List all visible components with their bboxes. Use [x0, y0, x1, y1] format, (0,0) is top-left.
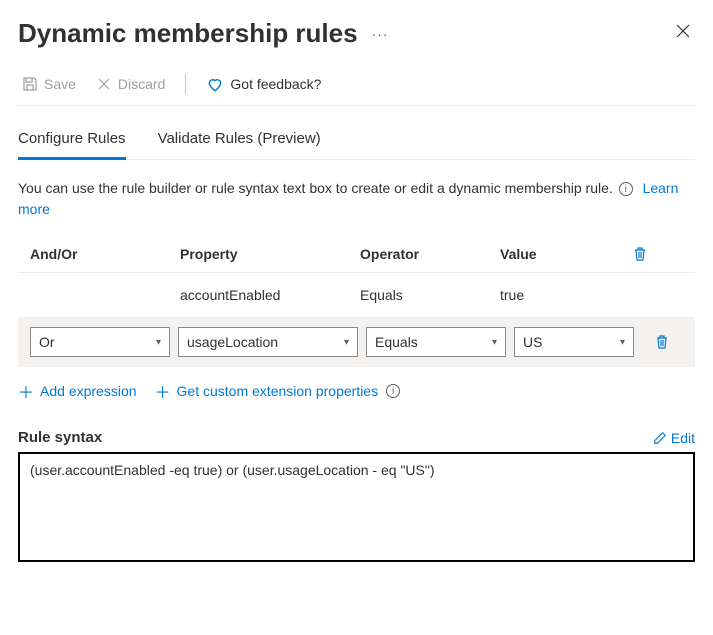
- edit-label: Edit: [671, 430, 695, 446]
- edit-syntax-button[interactable]: Edit: [653, 430, 695, 446]
- value-select[interactable]: US ▾: [514, 327, 634, 357]
- title-wrap: Dynamic membership rules ···: [18, 18, 389, 49]
- chevron-down-icon: ▾: [492, 337, 497, 348]
- page-title: Dynamic membership rules: [18, 18, 358, 49]
- save-label: Save: [44, 76, 76, 92]
- discard-button[interactable]: Discard: [92, 74, 169, 94]
- value-select-value: US: [523, 334, 542, 350]
- info-icon[interactable]: i: [619, 182, 633, 196]
- add-expression-label: Add expression: [40, 383, 137, 399]
- plus-icon: ＋: [155, 379, 171, 403]
- delete-column-icon: [620, 246, 660, 262]
- tab-validate-rules[interactable]: Validate Rules (Preview): [158, 120, 321, 159]
- discard-label: Discard: [118, 76, 165, 92]
- get-custom-extension-button[interactable]: ＋ Get custom extension properties i: [155, 379, 403, 403]
- chevron-down-icon: ▾: [344, 337, 349, 348]
- feedback-label: Got feedback?: [230, 76, 321, 92]
- operator-select[interactable]: Equals ▾: [366, 327, 506, 357]
- chevron-down-icon: ▾: [620, 337, 625, 348]
- tab-configure-rules[interactable]: Configure Rules: [18, 120, 126, 160]
- andor-select[interactable]: Or ▾: [30, 327, 170, 357]
- save-button[interactable]: Save: [18, 74, 80, 94]
- more-actions-ellipsis[interactable]: ···: [372, 26, 389, 42]
- rule-syntax-textbox[interactable]: (user.accountEnabled -eq true) or (user.…: [18, 452, 695, 562]
- col-property: Property: [180, 246, 360, 262]
- save-icon: [22, 76, 38, 92]
- cell-operator: Equals: [360, 287, 500, 303]
- discard-icon: [96, 76, 112, 92]
- rule-builder-table: And/Or Property Operator Value accountEn…: [18, 236, 695, 367]
- cell-value: true: [500, 287, 620, 303]
- toolbar-divider: [185, 74, 186, 94]
- close-icon[interactable]: [671, 19, 695, 48]
- table-row: Or ▾ usageLocation ▾ Equals ▾ US ▾: [18, 317, 695, 367]
- tab-bar: Configure Rules Validate Rules (Preview): [18, 120, 695, 160]
- delete-row-button[interactable]: [642, 334, 682, 350]
- helper-text-block: You can use the rule builder or rule syn…: [18, 178, 695, 220]
- table-row: accountEnabled Equals true: [18, 273, 695, 317]
- heart-icon: [206, 75, 224, 93]
- add-expression-button[interactable]: ＋ Add expression: [18, 379, 137, 403]
- command-bar: Save Discard Got feedback?: [18, 73, 695, 106]
- property-select[interactable]: usageLocation ▾: [178, 327, 358, 357]
- rule-syntax-label: Rule syntax: [18, 429, 102, 446]
- rule-actions: ＋ Add expression ＋ Get custom extension …: [18, 379, 695, 403]
- plus-icon: ＋: [18, 379, 34, 403]
- andor-select-value: Or: [39, 334, 55, 350]
- pencil-icon: [653, 431, 667, 445]
- cell-property: accountEnabled: [180, 287, 360, 303]
- operator-select-value: Equals: [375, 334, 418, 350]
- col-operator: Operator: [360, 246, 500, 262]
- helper-text: You can use the rule builder or rule syn…: [18, 180, 613, 196]
- table-header-row: And/Or Property Operator Value: [18, 236, 695, 273]
- info-icon[interactable]: i: [386, 384, 400, 398]
- get-custom-label: Get custom extension properties: [177, 383, 379, 399]
- property-select-value: usageLocation: [187, 334, 278, 350]
- panel-header: Dynamic membership rules ···: [18, 18, 695, 49]
- chevron-down-icon: ▾: [156, 337, 161, 348]
- feedback-button[interactable]: Got feedback?: [202, 73, 325, 95]
- rule-syntax-header: Rule syntax Edit: [18, 429, 695, 446]
- col-value: Value: [500, 246, 620, 262]
- col-andor: And/Or: [30, 246, 180, 262]
